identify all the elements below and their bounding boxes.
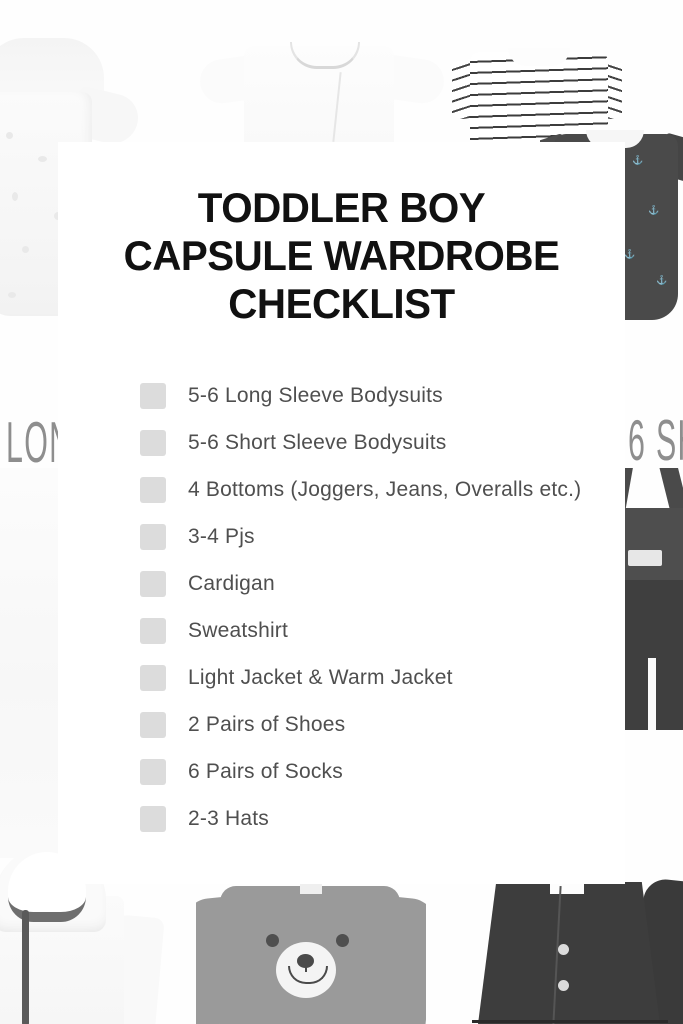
list-item-label: 2 Pairs of Shoes — [188, 712, 346, 736]
anchor-motif-icon: ⚓ — [632, 155, 644, 165]
pattern-speck — [12, 192, 18, 201]
bear-nose — [297, 954, 314, 968]
overalls-brand-label — [628, 550, 662, 566]
list-item-label: 5-6 Long Sleeve Bodysuits — [188, 383, 443, 407]
background-word-6sh: 6 SH — [628, 407, 683, 473]
wardrobe-checklist: 5-6 Long Sleeve Bodysuits 5-6 Short Slee… — [58, 328, 625, 842]
striped-neckline — [508, 48, 570, 66]
list-item-label: 4 Bottoms (Joggers, Jeans, Overalls etc.… — [188, 477, 582, 501]
list-item-label: 5-6 Short Sleeve Bodysuits — [188, 430, 447, 454]
anchor-motif-icon: ⚓ — [648, 205, 660, 215]
cardigan-button — [558, 944, 569, 955]
list-item[interactable]: Light Jacket & Warm Jacket — [140, 654, 625, 701]
pattern-speck — [6, 132, 13, 139]
list-item-label: 2-3 Hats — [188, 806, 269, 830]
checkbox-icon[interactable] — [140, 617, 166, 644]
title-line-3: Checklist — [228, 280, 455, 327]
hoodie-zipper — [22, 910, 29, 1024]
list-item[interactable]: 2-3 Hats — [140, 795, 625, 842]
list-item-label: Light Jacket & Warm Jacket — [188, 665, 453, 689]
checkbox-icon[interactable] — [140, 382, 166, 409]
list-item-label: 6 Pairs of Socks — [188, 759, 343, 783]
checkbox-icon[interactable] — [140, 758, 166, 785]
pattern-speck — [8, 292, 16, 298]
list-item[interactable]: Cardigan — [140, 560, 625, 607]
checklist-infographic: ⚓ ⚓ ⚓ ⚓ ⚓ ⚓ ⚓ ⚓ LONG 6 SH — [0, 0, 683, 1024]
list-item[interactable]: 4 Bottoms (Joggers, Jeans, Overalls etc.… — [140, 466, 625, 513]
list-item[interactable]: Sweatshirt — [140, 607, 625, 654]
pattern-speck — [38, 156, 47, 162]
overalls-leg-gap — [648, 658, 656, 730]
bear-right-eye — [336, 934, 349, 947]
photo-dark-cardigan — [462, 866, 683, 1024]
checkbox-icon[interactable] — [140, 805, 166, 832]
checkbox-icon[interactable] — [140, 570, 166, 597]
page-title: Toddler Boy Capsule Wardrobe Checklist — [58, 142, 625, 328]
list-item-label: 3-4 Pjs — [188, 524, 255, 548]
cardigan-button — [558, 980, 569, 991]
card-content: Toddler Boy Capsule Wardrobe Checklist 5… — [58, 142, 625, 842]
checkbox-icon[interactable] — [140, 476, 166, 503]
checkbox-icon[interactable] — [140, 523, 166, 550]
title-line-2: Capsule Wardrobe — [123, 232, 560, 279]
list-item[interactable]: 3-4 Pjs — [140, 513, 625, 560]
list-item-label: Sweatshirt — [188, 618, 289, 642]
list-item[interactable]: 5-6 Short Sleeve Bodysuits — [140, 419, 625, 466]
pattern-speck — [22, 246, 29, 253]
title-line-1: Toddler Boy — [197, 184, 486, 231]
bear-left-eye — [266, 934, 279, 947]
checkbox-icon[interactable] — [140, 429, 166, 456]
cardigan-hem — [472, 1020, 668, 1023]
list-item[interactable]: 2 Pairs of Shoes — [140, 701, 625, 748]
checkbox-icon[interactable] — [140, 711, 166, 738]
anchor-motif-icon: ⚓ — [656, 275, 668, 285]
checkbox-icon[interactable] — [140, 664, 166, 691]
list-item[interactable]: 6 Pairs of Socks — [140, 748, 625, 795]
list-item-label: Cardigan — [188, 571, 275, 595]
photo-gray-bear-sweatshirt — [196, 864, 426, 1024]
list-item[interactable]: 5-6 Long Sleeve Bodysuits — [140, 372, 625, 419]
cardigan-body — [478, 882, 660, 1024]
